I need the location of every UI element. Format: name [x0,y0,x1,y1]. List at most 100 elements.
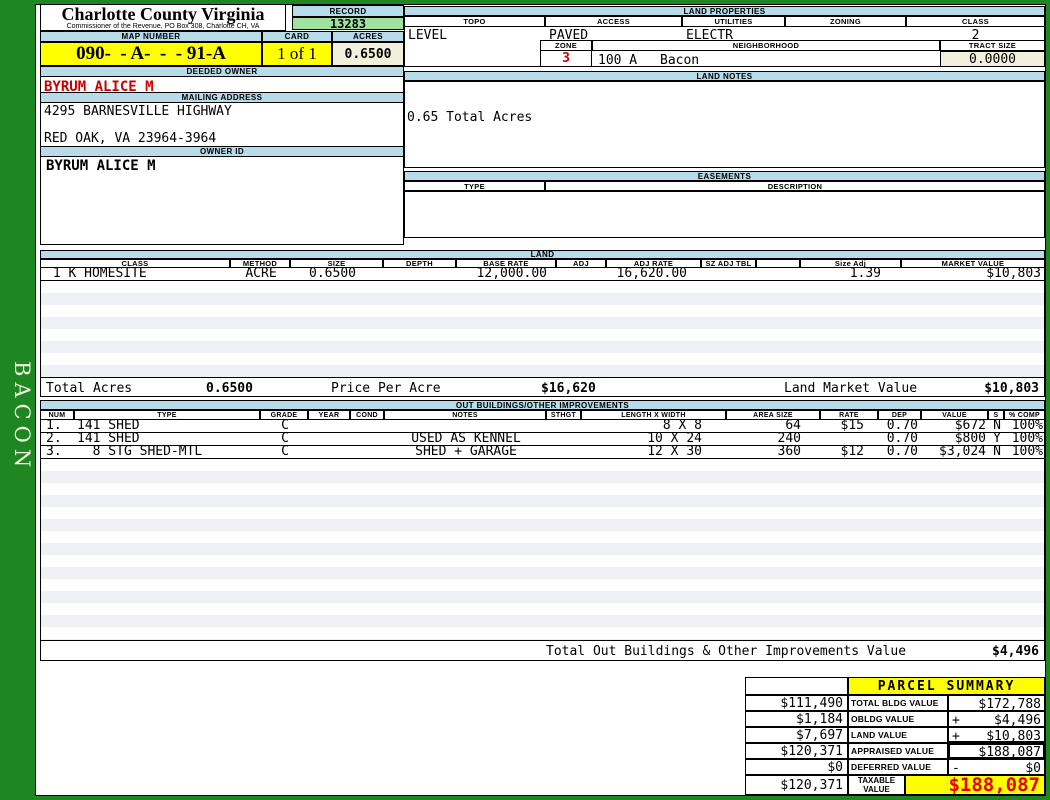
easements-box [404,191,1045,238]
card-value: 1 of 1 [262,42,332,66]
acres-value: 0.6500 [332,42,404,66]
owner-id-label: OWNER ID [40,146,404,157]
land-row-method: ACRE [245,266,277,281]
ps-label: DEFERRED VALUE [848,759,948,775]
outbuildings-total-value: $4,496 [992,644,1039,659]
land-market-value: $10,803 [984,381,1039,396]
easement-type-label: TYPE [404,181,545,191]
record-value: 13283 [292,17,404,31]
outbuildings-title: OUT BUILDINGS/OTHER IMPROVEMENTS [40,400,1045,410]
easement-description-label: DESCRIPTION [545,181,1045,191]
ob-s: N [993,444,1001,459]
ps-label: TOTAL BLDG VALUE [848,695,948,711]
ob-area-size: 360 [777,444,801,459]
ob-col-cond: COND [350,410,384,420]
ob-value: $3,024 [939,444,986,459]
ob-col-length-width: LENGTH X WIDTH [581,410,726,420]
ob-num: 3. [46,444,62,459]
zoning-label: ZONING [785,16,906,27]
neighborhood-label: NEIGHBORHOOD [592,40,940,51]
ob-col-year: YEAR [308,410,350,420]
land-table-empty-rows [40,281,1045,377]
ps-label: LAND VALUE [848,727,948,743]
total-acres-label: Total Acres [46,381,133,396]
topo-label: TOPO [404,16,545,27]
ps-prior: $0 [745,759,848,775]
land-notes-text: 0.65 Total Acres [407,110,533,125]
zone-value: 3 [540,51,592,66]
zone-label: ZONE [540,40,592,51]
utilities-label: UTILITIES [682,16,785,27]
topo-value: LEVEL [408,28,448,43]
ps-label: APPRAISED VALUE [848,743,948,759]
district-tab-label: BACON [10,360,34,474]
access-label: ACCESS [545,16,682,27]
ob-dep: 0.70 [886,444,918,459]
commissioner-line: Commissioner of the Revenue, PO Box 308,… [66,23,260,30]
deeded-owner-label: DEEDED OWNER [40,66,404,77]
ps-value: $10,803 [986,729,1041,744]
ob-col-sthgt: STHGT [546,410,581,420]
land-row-market-value: $10,803 [986,266,1041,281]
parcel-summary: PARCEL SUMMARY $111,490 TOTAL BLDG VALUE… [745,677,1045,796]
property-record-card: BACON Charlotte County Virginia Commissi… [0,0,1050,800]
tract-size-label: TRACT SIZE [940,40,1045,51]
ps-prior: $1,184 [745,711,848,727]
county-title-box: Charlotte County Virginia Commissioner o… [40,4,286,31]
map-number-value: 090- - A- - - 91-A [40,42,262,66]
ob-length-width: 12 X 30 [647,444,702,459]
taxable-value: $188,087 [905,774,1045,796]
ps-value: $188,087 [978,745,1041,760]
ob-col-area-size: AREA SIZE [726,410,820,420]
ps-prior: $7,697 [745,727,848,743]
owner-id-value: BYRUM ALICE M [46,158,156,174]
price-per-acre-value: $16,620 [541,381,596,396]
county-title: Charlotte County Virginia [61,4,265,24]
price-per-acre-label: Price Per Acre [331,381,441,396]
ob-notes: SHED + GARAGE [415,444,517,459]
land-market-value-label: Land Market Value [784,381,918,396]
ps-value: $172,788 [978,697,1041,712]
taxable-value-label: TAXABLE VALUE [848,775,905,795]
outbuildings-total-label: Total Out Buildings & Other Improvements… [546,644,907,659]
land-notes-title: LAND NOTES [404,71,1045,81]
ob-pct-comp: 100% [1011,444,1043,459]
class-label: CLASS [906,16,1045,27]
outbuildings-empty-rows [40,459,1045,640]
land-row-size-adj: 1.39 [849,266,881,281]
ob-rate: $15 [840,418,864,433]
ps-prior: $120,371 [745,743,848,759]
land-row-size: 0.6500 [309,266,356,281]
ob-type: 8 STG SHED-MTL [77,444,203,459]
ps-sign: + [952,729,960,744]
land-col-blank [756,259,800,268]
outbuildings-total-row: Total Out Buildings & Other Improvements… [40,640,1045,661]
mailing-address-label: MAILING ADDRESS [40,92,404,103]
easements-title: EASEMENTS [404,171,1045,181]
acres-label: ACRES [332,31,404,42]
land-table-row: 1 K HOMESITE ACRE 0.6500 12,000.00 16,62… [40,266,1045,281]
ob-rate: $12 [840,444,864,459]
land-row-base-rate: 12,000.00 [476,266,547,281]
ob-col-notes: NOTES [384,410,546,420]
land-row-class: 1 K HOMESITE [45,266,147,281]
ps-label: OBLDG VALUE [848,711,948,727]
mailing-address-line2: RED OAK, VA 23964-3964 [44,131,217,146]
ps-value-cell: $188,087 [948,743,1045,760]
land-row-adj-rate: 16,620.00 [616,266,687,281]
ob-grade: C [281,444,289,459]
neighborhood-name: Bacon [660,53,700,68]
taxable-prior-value: $120,371 [745,775,848,795]
land-col-adj: ADJ [556,259,606,268]
total-acres-value: 0.6500 [206,381,253,396]
land-col-depth: DEPTH [383,259,456,268]
ps-value-cell: + $4,496 [948,711,1045,728]
ps-value-cell: - $0 [948,759,1045,776]
land-totals-row: Total Acres 0.6500 Price Per Acre $16,62… [40,377,1045,397]
parcel-summary-title: PARCEL SUMMARY [848,677,1045,695]
mailing-address-line1: 4295 BARNESVILLE HIGHWAY [44,104,232,119]
neighborhood-code: 100 A [598,53,638,68]
ps-value-cell: + $10,803 [948,727,1045,744]
land-col-sz-adj-tbl: SZ ADJ TBL [701,259,756,268]
ps-prior: $111,490 [745,695,848,711]
